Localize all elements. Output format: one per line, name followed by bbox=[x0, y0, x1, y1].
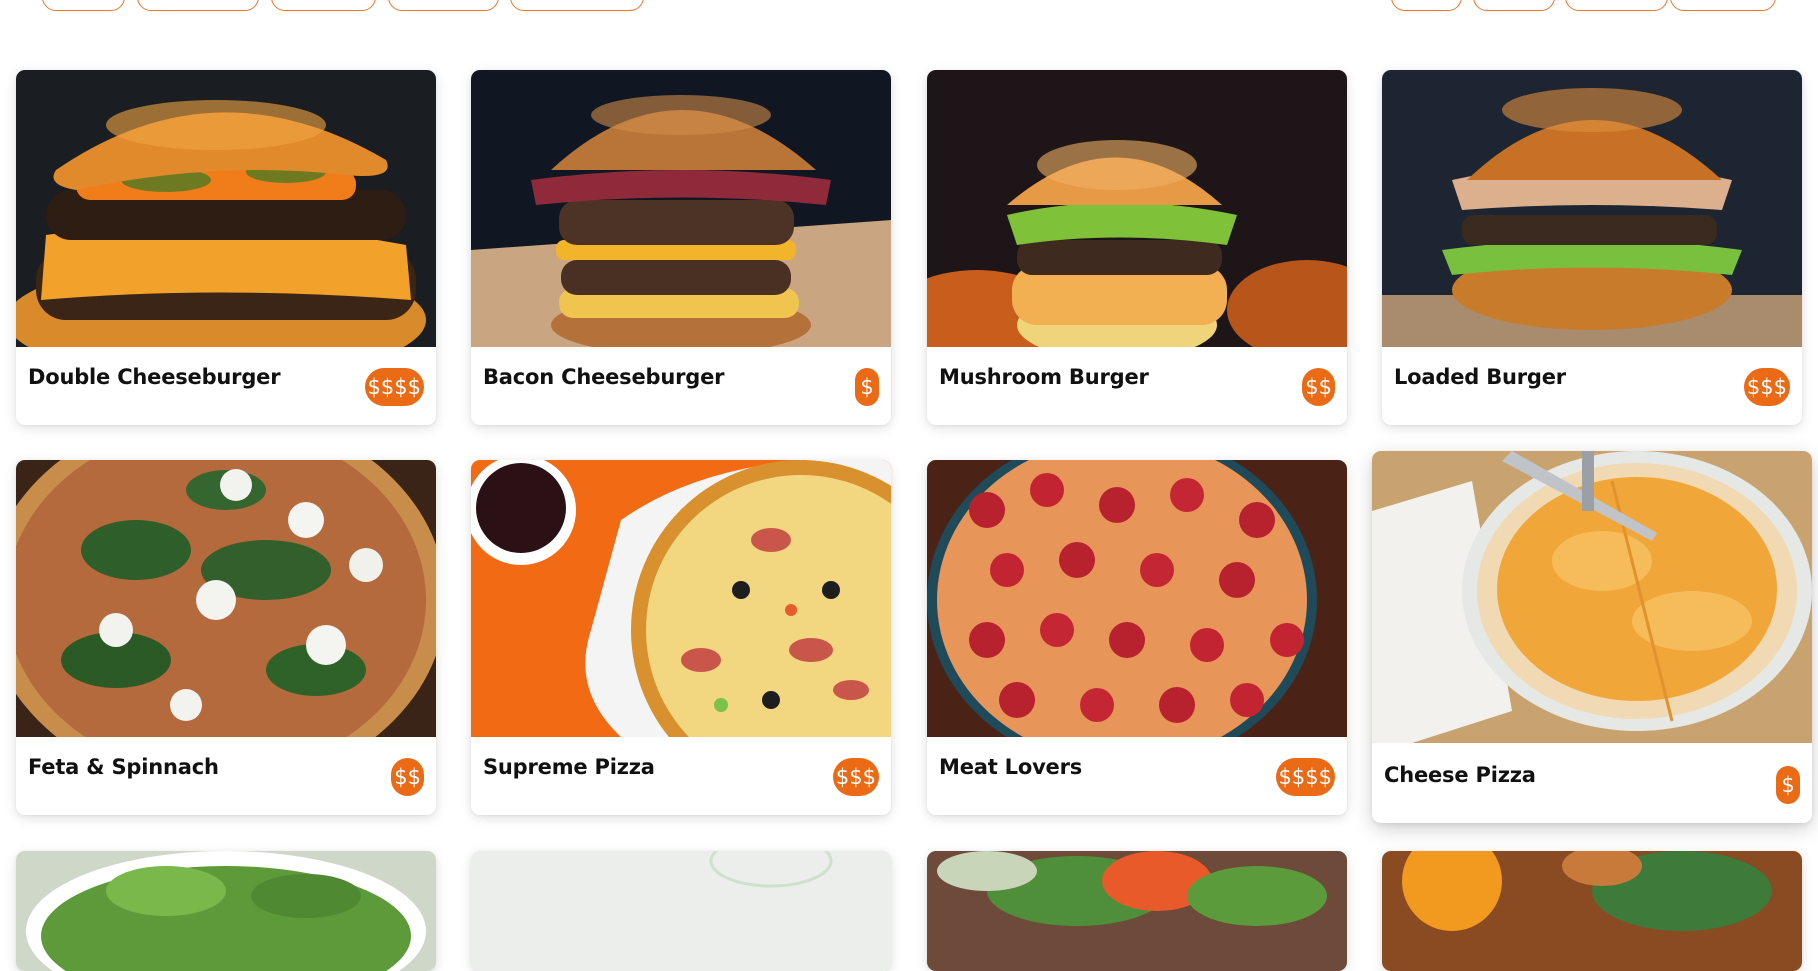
filter-button[interactable] bbox=[388, 0, 499, 11]
price-badge: $$ bbox=[391, 758, 424, 796]
filter-button[interactable] bbox=[1565, 0, 1668, 11]
item-name: Loaded Burger bbox=[1394, 365, 1566, 389]
filter-button[interactable] bbox=[271, 0, 376, 11]
salad-photo bbox=[16, 851, 436, 971]
filter-button[interactable] bbox=[1670, 0, 1776, 11]
price-badge: $ bbox=[855, 368, 879, 406]
price-badge: $$$ bbox=[1743, 368, 1790, 406]
filter-button[interactable] bbox=[510, 0, 644, 11]
salad-photo bbox=[471, 851, 891, 971]
item-name: Cheese Pizza bbox=[1384, 763, 1536, 787]
menu-card[interactable]: Meat Lovers $$$$ bbox=[927, 460, 1347, 815]
menu-card[interactable]: Bacon Cheeseburger $ bbox=[471, 70, 891, 425]
filter-button[interactable] bbox=[1473, 0, 1555, 11]
item-name: Mushroom Burger bbox=[939, 365, 1149, 389]
menu-card[interactable] bbox=[16, 851, 436, 971]
menu-card[interactable] bbox=[1382, 851, 1802, 971]
price-badge: $$$$ bbox=[1275, 758, 1335, 796]
price-badge: $$$$ bbox=[364, 368, 424, 406]
item-name: Feta & Spinnach bbox=[28, 755, 219, 779]
salad-photo bbox=[1382, 851, 1802, 971]
menu-card[interactable]: Cheese Pizza $ bbox=[1372, 451, 1812, 823]
burger-photo bbox=[16, 70, 436, 347]
item-name: Bacon Cheeseburger bbox=[483, 365, 725, 389]
menu-card[interactable]: Loaded Burger $$$ bbox=[1382, 70, 1802, 425]
menu-card[interactable]: Mushroom Burger $$ bbox=[927, 70, 1347, 425]
menu-card[interactable]: Double Cheeseburger $$$$ bbox=[16, 70, 436, 425]
burger-photo bbox=[927, 70, 1347, 347]
price-badge: $$$ bbox=[832, 758, 879, 796]
filter-button[interactable] bbox=[1391, 0, 1462, 11]
pizza-photo bbox=[16, 460, 436, 737]
menu-card[interactable]: Feta & Spinnach $$ bbox=[16, 460, 436, 815]
burger-photo bbox=[1382, 70, 1802, 347]
pizza-photo bbox=[927, 460, 1347, 737]
pizza-photo bbox=[471, 460, 891, 737]
menu-card[interactable] bbox=[927, 851, 1347, 971]
item-name: Supreme Pizza bbox=[483, 755, 655, 779]
salad-photo bbox=[927, 851, 1347, 971]
pizza-photo bbox=[1372, 451, 1812, 743]
item-name: Meat Lovers bbox=[939, 755, 1083, 779]
menu-card[interactable] bbox=[471, 851, 891, 971]
menu-card[interactable]: Supreme Pizza $$$ bbox=[471, 460, 891, 815]
filter-button[interactable] bbox=[137, 0, 259, 11]
filter-button[interactable] bbox=[42, 0, 125, 11]
item-name: Double Cheeseburger bbox=[28, 365, 281, 389]
burger-photo bbox=[471, 70, 891, 347]
price-badge: $$ bbox=[1302, 368, 1335, 406]
price-badge: $ bbox=[1776, 766, 1800, 804]
